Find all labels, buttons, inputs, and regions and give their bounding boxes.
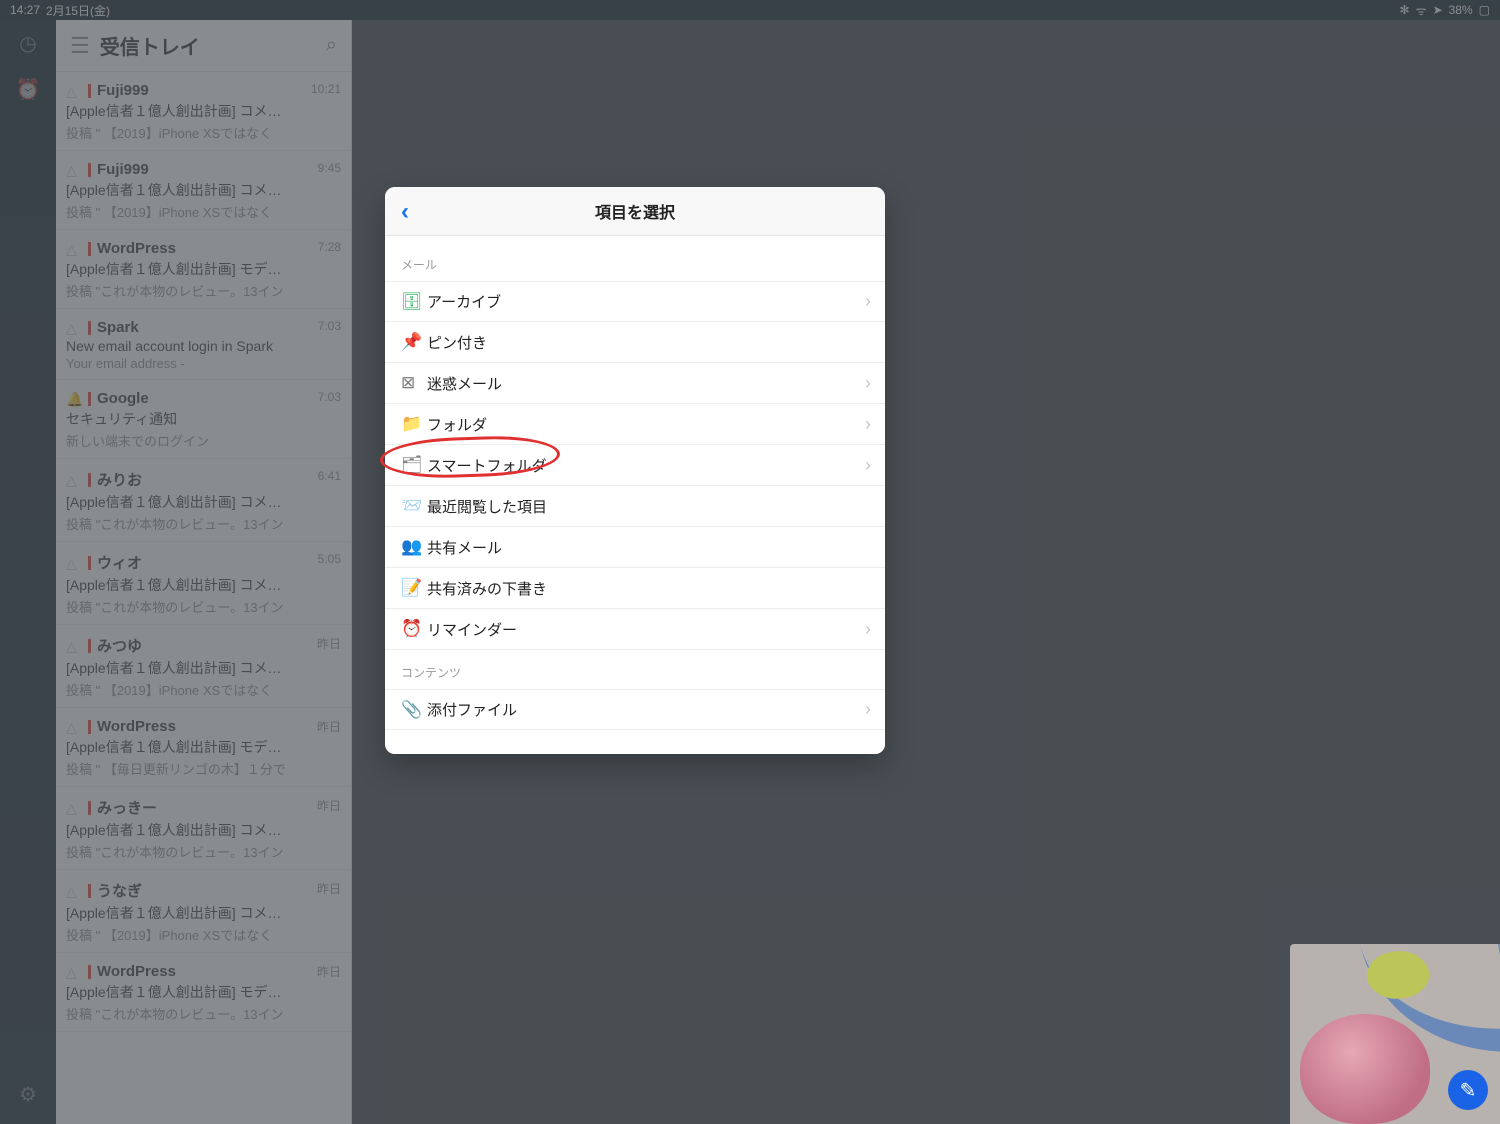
chevron-right-icon: › xyxy=(865,619,871,640)
row-label: ピン付き xyxy=(427,332,487,353)
chevron-right-icon: › xyxy=(865,291,871,312)
row-icon: ⊠ xyxy=(401,373,427,393)
drawing-thumbnail[interactable]: ✎ xyxy=(1290,944,1500,1124)
chevron-right-icon: › xyxy=(865,414,871,435)
apple-shape xyxy=(1300,1014,1430,1124)
row-icon: 📝 xyxy=(401,578,427,598)
row-label: 迷惑メール xyxy=(427,373,502,394)
modal-title: 項目を選択 xyxy=(595,199,675,223)
modal-body: メール 🗄アーカイブ›📌ピン付き⊠迷惑メール›📁フォルダ›🗂スマートフォルダ›📨… xyxy=(385,236,885,754)
modal-row-共有済みの下書き[interactable]: 📝共有済みの下書き xyxy=(385,568,885,609)
row-label: 添付ファイル xyxy=(427,699,517,720)
pen-icon: ✎ xyxy=(1460,1078,1477,1103)
row-label: 共有メール xyxy=(427,537,502,558)
row-label: 最近閲覧した項目 xyxy=(427,496,547,517)
row-icon: ⏰ xyxy=(401,619,427,639)
modal-row-リマインダー[interactable]: ⏰リマインダー › xyxy=(385,609,885,650)
row-icon: 📎 xyxy=(401,700,427,720)
edit-pen-button[interactable]: ✎ xyxy=(1448,1070,1488,1110)
row-label: 共有済みの下書き xyxy=(427,578,547,599)
row-icon: 📨 xyxy=(401,496,427,516)
row-label: アーカイブ xyxy=(427,291,501,312)
modal-row-スマートフォルダ[interactable]: 🗂スマートフォルダ › xyxy=(385,445,885,486)
chevron-right-icon: › xyxy=(865,373,871,394)
chevron-right-icon: › xyxy=(865,699,871,720)
section-content-label: コンテンツ xyxy=(385,650,885,689)
select-item-modal: ‹ 項目を選択 メール 🗄アーカイブ›📌ピン付き⊠迷惑メール›📁フォルダ›🗂スマ… xyxy=(385,187,885,754)
chevron-right-icon: › xyxy=(865,455,871,476)
row-icon: 📁 xyxy=(401,414,427,434)
row-label: フォルダ xyxy=(427,414,487,435)
row-icon: 👥 xyxy=(401,537,427,557)
modal-row-フォルダ[interactable]: 📁フォルダ › xyxy=(385,404,885,445)
back-button[interactable]: ‹ xyxy=(395,187,415,236)
modal-row-ピン付き[interactable]: 📌ピン付き xyxy=(385,322,885,363)
modal-row-共有メール[interactable]: 👥共有メール xyxy=(385,527,885,568)
modal-row-アーカイブ[interactable]: 🗄アーカイブ › xyxy=(385,281,885,322)
row-icon: 🗂 xyxy=(401,455,427,475)
modal-row-添付ファイル[interactable]: 📎添付ファイル › xyxy=(385,689,885,730)
modal-row-迷惑メール[interactable]: ⊠迷惑メール › xyxy=(385,363,885,404)
row-label: リマインダー xyxy=(427,619,517,640)
modal-header: ‹ 項目を選択 xyxy=(385,187,885,236)
modal-row-最近閲覧した項目[interactable]: 📨最近閲覧した項目 xyxy=(385,486,885,527)
chevron-left-icon: ‹ xyxy=(401,198,409,226)
row-icon: 📌 xyxy=(401,332,427,352)
row-label: スマートフォルダ xyxy=(427,455,547,476)
section-mail-label: メール xyxy=(385,242,885,281)
row-icon: 🗄 xyxy=(401,292,427,312)
